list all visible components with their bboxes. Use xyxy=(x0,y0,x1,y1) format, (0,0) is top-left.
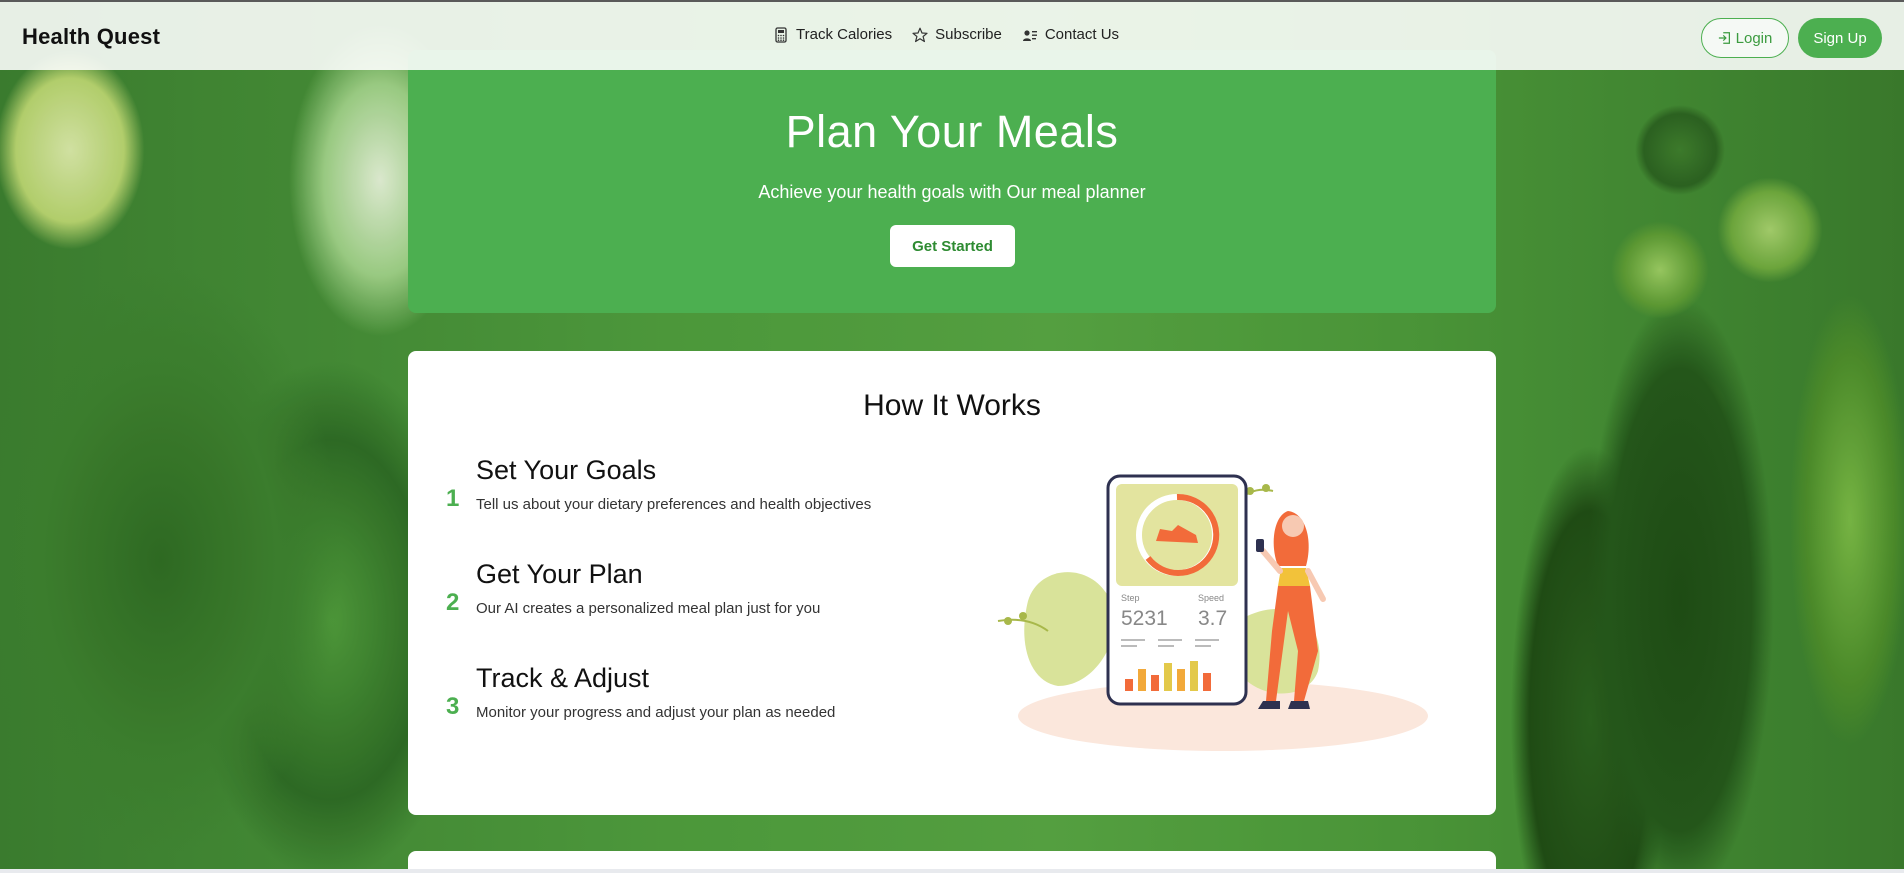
step-stat-value: 5231 xyxy=(1121,607,1168,630)
hero-subtitle: Achieve your health goals with Our meal … xyxy=(758,182,1146,202)
how-it-works-section: How It Works 1 Set Your Goals Tell us ab… xyxy=(408,351,1496,815)
nav-subscribe[interactable]: Subscribe xyxy=(912,26,1002,43)
step-description: Monitor your progress and adjust your pl… xyxy=(476,704,836,721)
login-label: Login xyxy=(1735,29,1773,47)
bottom-edge xyxy=(0,869,1904,873)
nav-links: Track Calories Subscribe Contact Us xyxy=(773,26,1119,43)
login-button[interactable]: Login xyxy=(1701,18,1789,58)
nav-track-calories[interactable]: Track Calories xyxy=(773,26,892,43)
step-description: Tell us about your dietary preferences a… xyxy=(476,496,872,513)
nav-track-calories-label: Track Calories xyxy=(796,26,893,43)
step-title: Set Your Goals xyxy=(476,455,657,485)
step-number: 3 xyxy=(446,693,460,720)
step-number: 2 xyxy=(446,589,460,616)
nav-subscribe-label: Subscribe xyxy=(935,26,1002,43)
hero-section: Plan Your Meals Achieve your health goal… xyxy=(408,50,1496,313)
step-title: Get Your Plan xyxy=(476,559,643,589)
contact-card-icon xyxy=(1022,29,1037,41)
how-it-works-title: How It Works xyxy=(863,389,1041,422)
signup-button[interactable]: Sign Up xyxy=(1798,18,1882,58)
nav-contact-us-label: Contact Us xyxy=(1044,26,1120,43)
speed-stat-value: 3.7 xyxy=(1198,607,1227,630)
hero-title: Plan Your Meals xyxy=(785,106,1119,157)
nav-contact-us[interactable]: Contact Us xyxy=(1022,26,1119,43)
calculator-icon xyxy=(775,26,787,43)
step-stat-label: Step xyxy=(1121,593,1140,603)
fitness-illustration: Step 5231 Speed 3.7 xyxy=(997,474,1428,751)
step-title: Track & Adjust xyxy=(476,663,650,693)
speed-stat-label: Speed xyxy=(1198,593,1224,603)
get-started-button[interactable]: Get Started xyxy=(890,225,1015,267)
step-number: 1 xyxy=(446,485,460,512)
navbar: Health Quest Track Calories Subscribe Co… xyxy=(0,0,1904,70)
brand-logo[interactable]: Health Quest xyxy=(22,24,160,50)
login-icon xyxy=(1718,32,1730,44)
star-icon xyxy=(912,27,928,42)
step-description: Our AI creates a personalized meal plan … xyxy=(476,600,821,617)
